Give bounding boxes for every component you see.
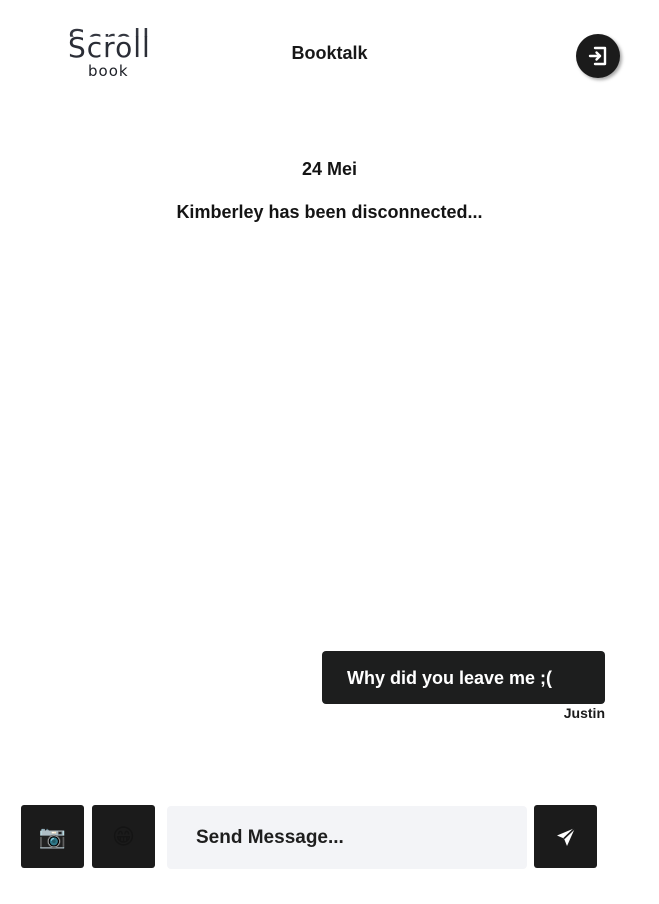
send-icon — [556, 826, 576, 846]
emoji-button[interactable]: 😁 — [92, 805, 155, 868]
camera-icon: 📷 — [38, 823, 67, 849]
message-text: Why did you leave me ;( — [347, 668, 553, 688]
message-input[interactable] — [167, 806, 527, 869]
system-message: Kimberley has been disconnected... — [176, 202, 483, 222]
smiley-icon: 😁 — [112, 823, 135, 849]
logout-button[interactable] — [576, 34, 620, 78]
logo-subtitle: book — [88, 62, 129, 80]
message-bubble: Why did you leave me ;( — [322, 651, 605, 704]
camera-button[interactable]: 📷 — [21, 805, 84, 868]
logout-icon — [588, 46, 607, 66]
message-sender: Justin — [563, 705, 605, 721]
send-button[interactable] — [534, 805, 597, 868]
chat-page: Scroll Scroll book Booktalk 24 Mei Kimbe… — [0, 0, 659, 904]
conversation-date: 24 Mei — [301, 159, 358, 179]
page-title: Booktalk — [291, 43, 368, 63]
